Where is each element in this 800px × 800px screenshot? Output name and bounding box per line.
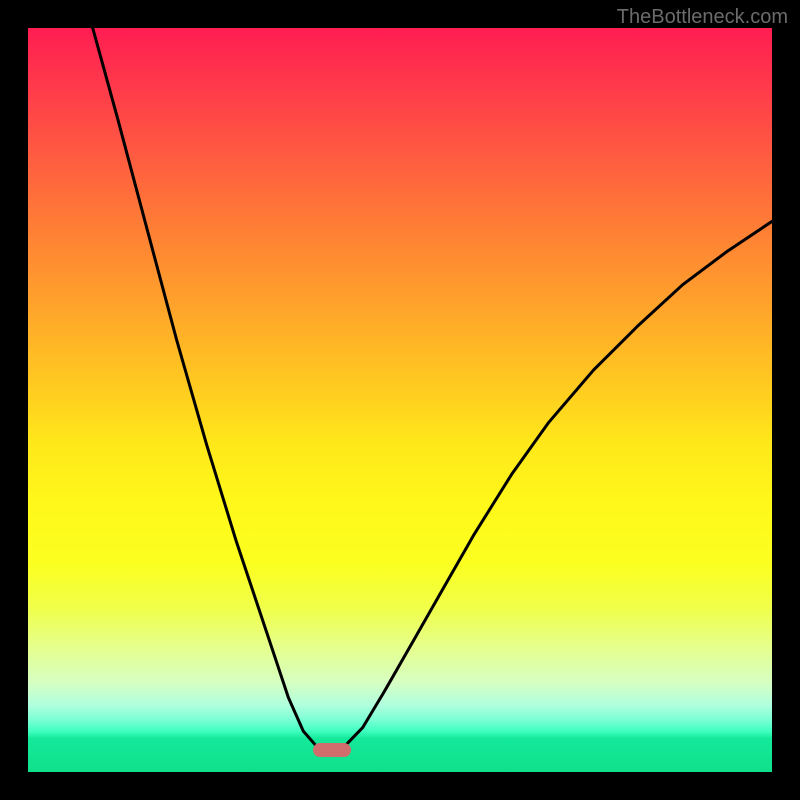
plot-area <box>28 28 772 772</box>
optimal-marker <box>313 743 351 757</box>
watermark-text: TheBottleneck.com <box>617 6 788 29</box>
bottleneck-curve <box>93 28 772 751</box>
curve-svg <box>28 28 772 772</box>
